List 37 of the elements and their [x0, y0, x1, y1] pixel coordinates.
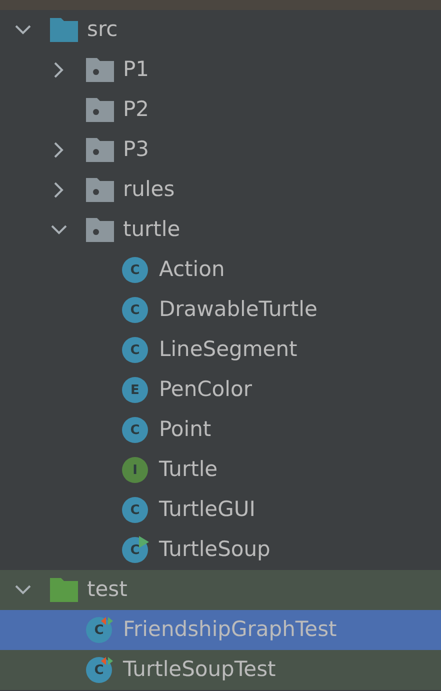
package-folder-icon: [86, 98, 114, 122]
tree-item-label: P3: [123, 136, 150, 164]
tree-item-label: FriendshipGraphTest: [123, 616, 337, 644]
tree-item-label: Point: [159, 416, 212, 444]
tree-row[interactable]: C FriendshipGraphTest: [0, 610, 441, 650]
folder-icon: [50, 18, 78, 42]
tree-row[interactable]: C TurtleSoupTest: [0, 650, 441, 690]
tree-item-label: test: [87, 576, 128, 604]
class-icon: C: [122, 256, 150, 284]
tree-item-label: DrawableTurtle: [159, 296, 318, 324]
tree-item-label: rules: [123, 176, 175, 204]
tree-item-label: src: [87, 16, 118, 44]
tree-item-label: PenColor: [159, 376, 252, 404]
package-folder-icon: [86, 218, 114, 242]
folder-icon: [50, 578, 78, 602]
tree-item-label: TurtleSoup: [159, 536, 270, 564]
class-icon: C: [122, 296, 150, 324]
class-icon: C: [122, 416, 150, 444]
class-icon: C: [122, 336, 150, 364]
class-icon: C: [86, 616, 114, 644]
enum-icon: E: [122, 376, 150, 404]
tree-item-label: LineSegment: [159, 336, 298, 364]
tree-item-label: P1: [123, 56, 150, 84]
class-icon: C: [122, 496, 150, 524]
tree-row[interactable]: test: [0, 570, 441, 610]
package-folder-icon: [86, 58, 114, 82]
package-folder-icon: [86, 178, 114, 202]
tree-item-label: TurtleGUI: [159, 496, 256, 524]
tree-item-label: Turtle: [159, 456, 218, 484]
tree-item-label: Action: [159, 256, 225, 284]
class-icon: C: [86, 656, 114, 684]
tree-item-label: P2: [123, 96, 150, 124]
tree-item-label: turtle: [123, 216, 180, 244]
interface-icon: I: [122, 456, 150, 484]
class-icon: C: [122, 536, 150, 564]
tree-item-label: TurtleSoupTest: [123, 656, 276, 684]
package-folder-icon: [86, 138, 114, 162]
